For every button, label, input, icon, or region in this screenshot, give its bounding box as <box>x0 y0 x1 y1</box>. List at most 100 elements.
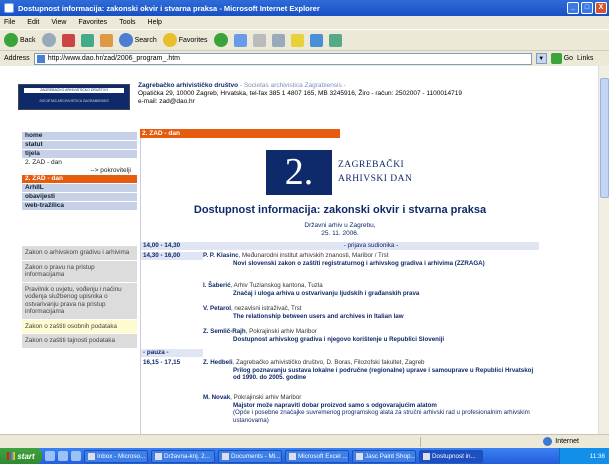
task-documents[interactable]: Documents - Mi... <box>218 449 282 463</box>
quicklaunch-desktop-icon[interactable] <box>58 451 68 461</box>
zone-label: Internet <box>555 438 579 445</box>
org-info: Zagrebačko arhivističko društvo - Societ… <box>138 82 578 106</box>
address-label: Address <box>4 55 30 62</box>
section-label: 2. ZAD - dan <box>140 129 340 138</box>
back-button[interactable]: Back <box>4 33 36 47</box>
sidebar-item-arhiil[interactable]: ArhIIL <box>22 184 137 192</box>
close-button[interactable]: X <box>595 2 607 14</box>
task-ie-label: Dostupnost in... <box>432 452 476 460</box>
task-inbox[interactable]: Inbox - Microso... <box>84 449 148 463</box>
windows-flag-icon <box>7 452 16 460</box>
tools-icon[interactable] <box>328 33 342 47</box>
maximize-button[interactable]: □ <box>581 2 593 14</box>
talk-5-title: Prilog poznavanju sustava lokalne i podr… <box>233 366 534 382</box>
law-link-access[interactable]: Zakon o pravu na pristup informacijama <box>22 260 137 282</box>
address-bar: Address http://www.dao.hr/zad/2006_progr… <box>0 50 609 66</box>
menu-edit[interactable]: Edit <box>27 19 39 26</box>
talk-3-title: The relationship between users and archi… <box>233 312 404 320</box>
law-links: Zakon o arhivskom gradivu i arhivima Zak… <box>22 246 137 349</box>
clock: 11:36 <box>589 452 605 460</box>
page-header: ZAGREBAČKO ARHIVISTIČKO DRUŠTVO SOCIETAS… <box>8 80 588 130</box>
start-label: start <box>17 451 35 461</box>
sidebar-item-pokrovitelji[interactable]: --> pokrovitelji <box>22 167 137 175</box>
links-button[interactable]: Links <box>577 55 593 62</box>
stop-icon[interactable] <box>61 33 75 47</box>
search-icon <box>118 33 133 47</box>
menu-help[interactable]: Help <box>148 19 162 26</box>
org-email[interactable]: e-mail: zad@dao.hr <box>138 98 578 106</box>
quicklaunch-outlook-icon[interactable] <box>71 451 81 461</box>
task-excel[interactable]: Microsoft Excel ... <box>285 449 349 463</box>
talk-3-affil: , nezavisni istraživač, Trst <box>230 305 302 312</box>
messenger-icon[interactable] <box>309 33 323 47</box>
law-link-archives[interactable]: Zakon o arhivskom gradivu i arhivima <box>22 246 137 260</box>
talk-6: M. Novak, Pokrajinski arhiv Maribor Majs… <box>203 394 535 424</box>
org-name-latin: - Societas archivistica Zagrabiensis - <box>239 82 346 89</box>
go-button[interactable]: Go <box>550 53 573 64</box>
law-link-rulebook[interactable]: Pravilnik o uvjetu, vođenju i načinu vođ… <box>22 282 137 319</box>
vertical-scrollbar[interactable] <box>598 66 609 434</box>
talk-5-speaker: Z. Hedbeli <box>203 359 233 366</box>
talk-5-affil: , Zagrebačko arhivističko društvo, D. Bo… <box>232 359 425 366</box>
task-drzavna[interactable]: Državna-knj. 2... <box>151 449 215 463</box>
talk-3-speaker: V. Petarol <box>203 305 231 312</box>
menu-tools[interactable]: Tools <box>119 19 135 26</box>
star-icon <box>162 33 177 47</box>
talk-2-speaker: I. Šaberić <box>203 282 231 289</box>
task-ie-dostupnost[interactable]: Dostupnost in... <box>419 449 483 463</box>
task-inbox-label: Inbox - Microso... <box>97 452 146 460</box>
quicklaunch-ie-icon[interactable] <box>45 451 55 461</box>
event-venue: Državni arhiv u Zagrebu, <box>304 222 376 229</box>
refresh-icon[interactable] <box>80 33 94 47</box>
favorites-label: Favorites <box>178 36 208 44</box>
minimize-button[interactable]: _ <box>567 2 579 14</box>
task-documents-label: Documents - Mi... <box>231 452 281 460</box>
address-dropdown-icon[interactable]: ▼ <box>535 53 547 64</box>
window-titlebar: Dostupnost informacija: zakonski okvir i… <box>0 0 609 16</box>
sidebar-item-obavijesti[interactable]: obavijesti <box>22 193 137 201</box>
sidebar-item-web-trazilica[interactable]: web-tražilica <box>22 202 137 210</box>
scrollbar-thumb[interactable] <box>600 78 609 198</box>
org-address: Opatička 29, 10000 Zagreb, Hrvatska, tel… <box>138 90 463 97</box>
talk-4-affil: , Pokrajinski arhiv Maribor <box>245 328 317 335</box>
talk-6-note: (Opće i posebne značajke suvremenog prog… <box>233 409 530 424</box>
event-venue-date: Državni arhiv u Zagrebu, 25. 11. 2006. <box>141 222 539 237</box>
document-icon <box>155 452 162 460</box>
task-paintshop[interactable]: Jasc Paint Shop... <box>352 449 416 463</box>
start-button[interactable]: start <box>0 448 42 464</box>
sidebar-item-zad-dan[interactable]: 2. ZAD - dan <box>22 159 137 167</box>
law-link-personal-data[interactable]: Zakon o zaštiti osobnih podataka <box>22 319 137 333</box>
sidebar-item-tijela[interactable]: tijela <box>22 150 137 158</box>
home-icon[interactable] <box>99 33 113 47</box>
talk-6-affil: , Pokrajinski arhiv Maribor <box>230 394 302 401</box>
menu-view[interactable]: View <box>51 19 66 26</box>
talk-4: Z. Semlič-Rajh, Pokrajinski arhiv Maribo… <box>203 328 535 343</box>
favorites-button[interactable]: Favorites <box>162 33 208 47</box>
page-title: Dostupnost informacija: zakonski okvir i… <box>193 204 487 216</box>
folder-icon[interactable] <box>290 33 304 47</box>
talk-5: Z. Hedbeli, Zagrebačko arhivističko druš… <box>203 359 535 382</box>
banner-number: 2. <box>266 150 332 195</box>
forward-button[interactable] <box>41 33 56 47</box>
search-button[interactable]: Search <box>118 33 157 47</box>
talk-6-title: Majstor može napraviti dobar proizvod sa… <box>233 401 437 409</box>
society-logo[interactable]: ZAGREBAČKO ARHIVISTIČKO DRUŠTVO SOCIETAS… <box>18 84 130 110</box>
address-input[interactable]: http://www.dao.hr/zad/2006_program_.htm <box>33 52 532 65</box>
menu-file[interactable]: File <box>4 19 15 26</box>
back-arrow-icon <box>4 33 18 47</box>
menu-favorites[interactable]: Favorites <box>78 19 107 26</box>
security-zone: Internet <box>543 437 609 446</box>
window-title: Dostupnost informacija: zakonski okvir i… <box>18 3 320 13</box>
sidebar-item-zad-dan-active[interactable]: 2. ZAD - dan <box>22 175 137 183</box>
print-icon[interactable] <box>252 33 266 47</box>
sidebar-item-home[interactable]: home <box>22 132 137 140</box>
task-drzavna-label: Državna-knj. 2... <box>164 452 210 460</box>
edit-icon[interactable] <box>271 33 285 47</box>
address-url: http://www.dao.hr/zad/2006_program_.htm <box>47 55 180 62</box>
talk-3: V. Petarol, nezavisni istraživač, Trst T… <box>203 305 535 320</box>
history-icon[interactable] <box>213 33 228 47</box>
event-date: 25. 11. 2006. <box>321 229 359 237</box>
law-link-secrecy[interactable]: Zakon o zaštiti tajnosti podataka <box>22 334 137 348</box>
sidebar-item-statut[interactable]: statut <box>22 141 137 149</box>
mail-icon[interactable] <box>233 33 247 47</box>
